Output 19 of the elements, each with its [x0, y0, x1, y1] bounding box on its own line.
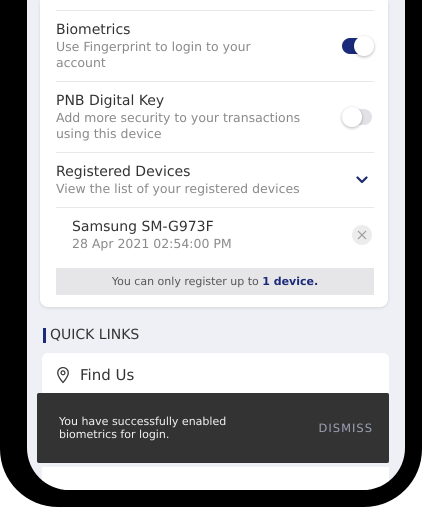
setting-title: Registered Devices	[56, 163, 192, 181]
toggle-switch[interactable]	[342, 109, 372, 125]
remove-button[interactable]	[352, 225, 372, 245]
toggle-switch[interactable]	[342, 38, 372, 54]
notice-text: You can only register up to 1 device.	[56, 268, 374, 295]
snackbar-message: You have successfully enabled biometrics for login.	[59, 415, 228, 441]
setting-subtitle: Add more security to your transactions using this device	[56, 110, 302, 142]
setting-subtitle: View the list of your registered devices	[56, 181, 301, 197]
setting-subtitle: Use Fingerprint to login to your account	[56, 39, 252, 71]
setting-title: PNB Digital Key	[56, 92, 166, 110]
section-heading: QUICK LINKS	[50, 327, 140, 343]
device-name: Samsung SM-G973F	[72, 218, 215, 236]
location-pin-icon	[56, 366, 70, 384]
dismiss-button[interactable]: DISMISS	[314, 417, 377, 439]
chevron-icon[interactable]	[356, 176, 368, 184]
setting-title: Biometrics	[56, 21, 132, 39]
device-date: 28 Apr 2021 02:54:00 PM	[72, 236, 233, 252]
heading-accent	[43, 328, 46, 342]
close-icon	[357, 230, 367, 240]
